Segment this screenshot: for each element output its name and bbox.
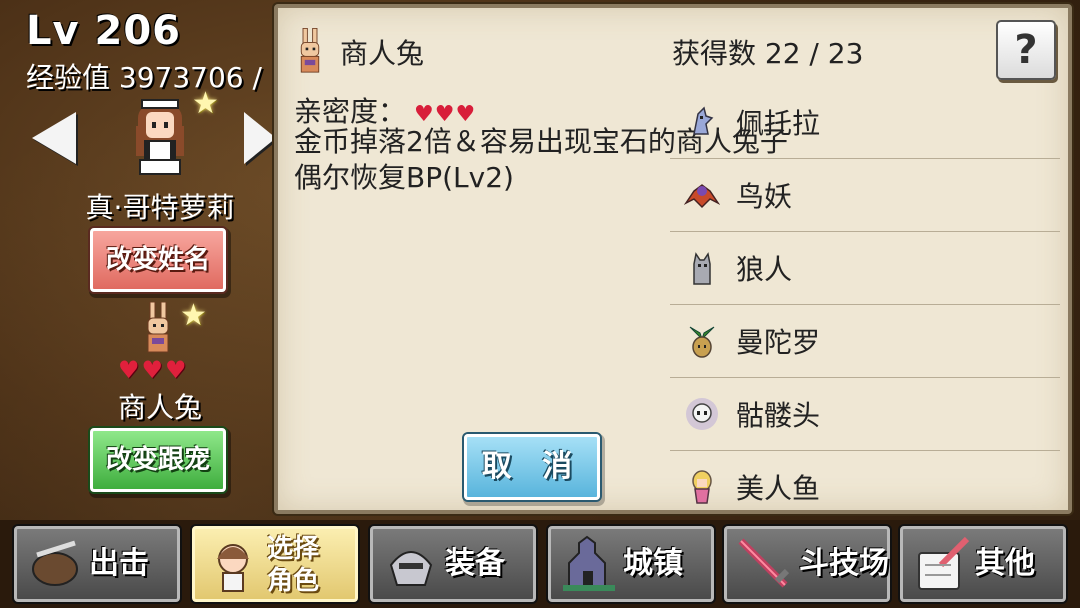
- town-icon: [563, 535, 615, 591]
- bottom-tab-bar: 出击 选择 角色 装备 城镇 斗技场 其他: [0, 520, 1080, 608]
- list-item-label: 狼人: [736, 253, 793, 286]
- sortie-icon: [32, 540, 78, 586]
- other-icon: [918, 536, 970, 590]
- skull-icon: [686, 398, 718, 430]
- tab-sortie[interactable]: 出击: [14, 526, 180, 602]
- next-character-arrow[interactable]: [244, 112, 276, 164]
- tab-label-line-2: 角色: [267, 566, 320, 596]
- pet-list: 佩托拉 鸟妖 狼人 曼陀罗 骷髅头 美人鱼: [670, 86, 1060, 524]
- tab-label-line-1: 选择: [267, 534, 320, 564]
- character-name: 真·哥特萝莉: [85, 191, 235, 224]
- prev-character-arrow[interactable]: [32, 112, 76, 164]
- list-item[interactable]: 骷髅头: [670, 378, 1060, 451]
- tab-arena[interactable]: 斗技场: [724, 526, 890, 602]
- select-character-icon: [217, 544, 249, 592]
- player-level: Lv 206: [26, 8, 181, 54]
- tab-equipment[interactable]: 装备: [370, 526, 536, 602]
- character-star-icon: ★: [192, 86, 219, 121]
- list-item[interactable]: 曼陀罗: [670, 305, 1060, 378]
- mandrake-icon: [689, 326, 715, 358]
- list-item[interactable]: 狼人: [670, 232, 1060, 305]
- cancel-button[interactable]: 取 消: [464, 434, 600, 500]
- list-item-label: 美人鱼: [736, 472, 821, 505]
- gothic-lolita-character-icon: [136, 99, 184, 175]
- change-pet-button[interactable]: 改变跟宠: [90, 428, 226, 492]
- selected-pet-name: 商人兔: [340, 37, 425, 70]
- obtained-count: 获得数 22 / 23: [672, 37, 864, 70]
- list-item-label: 曼陀罗: [736, 326, 821, 359]
- tab-label: 斗技场: [799, 546, 889, 581]
- pet-select-dialog: 商人兔 获得数 22 / 23 ? 亲密度： ♥♥♥ 金币掉落2倍＆容易出现宝石的…: [274, 4, 1072, 524]
- list-item[interactable]: 佩托拉: [670, 86, 1060, 159]
- merchant-rabbit-icon: [147, 302, 169, 353]
- equipment-icon: [389, 551, 433, 586]
- tab-label: 选择 角色: [267, 533, 319, 603]
- follower-name: 商人兔: [117, 391, 202, 424]
- rename-button[interactable]: 改变姓名: [90, 228, 226, 292]
- list-item[interactable]: 美人鱼: [670, 451, 1060, 524]
- tab-other[interactable]: 其他: [900, 526, 1066, 602]
- petra-bird-icon: [693, 106, 714, 135]
- merchant-rabbit-icon: [300, 28, 320, 73]
- arena-icon: [738, 538, 790, 588]
- list-item-label: 佩托拉: [736, 107, 821, 140]
- tab-label: 城镇: [623, 546, 683, 581]
- werewolf-icon: [693, 252, 711, 285]
- mermaid-icon: [692, 470, 712, 504]
- tab-select-character[interactable]: 选择 角色: [192, 526, 358, 602]
- tab-label: 其他: [975, 546, 1035, 581]
- follower-affinity-hearts: ♥♥♥: [118, 356, 189, 384]
- tab-label: 装备: [445, 546, 505, 581]
- harpy-icon: [684, 184, 720, 209]
- list-item-label: 骷髅头: [736, 399, 821, 432]
- player-exp: 经验值 3973706 / 4: [26, 61, 276, 94]
- list-item[interactable]: 鸟妖: [670, 159, 1060, 232]
- tab-label: 出击: [89, 546, 149, 581]
- help-button[interactable]: ?: [996, 20, 1056, 80]
- list-item-label: 鸟妖: [736, 180, 793, 213]
- follower-star-icon: ★: [180, 298, 207, 333]
- tab-town[interactable]: 城镇: [548, 526, 714, 602]
